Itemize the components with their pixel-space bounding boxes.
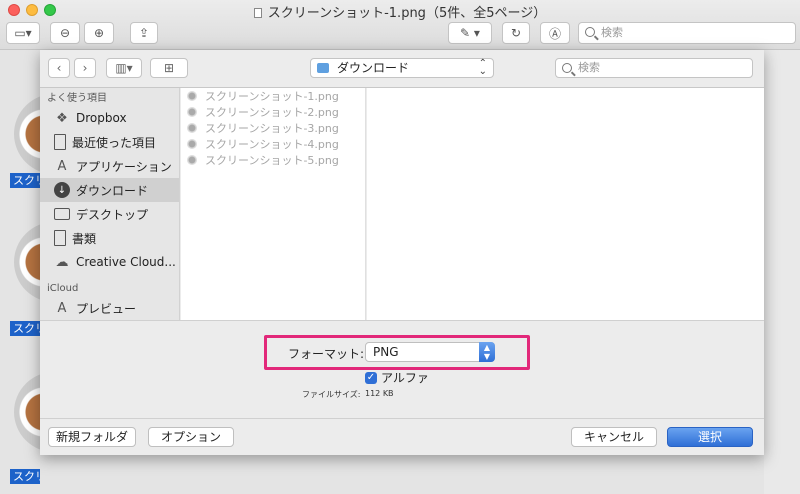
sidebar-item-downloads[interactable]: ↓ ダウンロード — [40, 178, 179, 202]
markup-pen-button[interactable]: ✎ ▾ — [448, 22, 492, 44]
applications-icon: A — [57, 158, 67, 174]
dialog-toolbar: ‹ › ▥▾ ⊞ ダウンロード ⌃ ⌄ 検索 — [40, 50, 764, 88]
dropbox-icon: ❖ — [56, 110, 68, 126]
back-button[interactable]: ‹ — [48, 58, 70, 78]
window-toolbar: スクリーンショット-1.png（5件、全5ページ） ▭▾ ⊖ ⊕ ⇪ ✎ ▾ ↻… — [0, 0, 800, 50]
image-file-icon — [187, 139, 197, 149]
document-area-bottom — [40, 455, 764, 494]
dialog-sidebar: よく使う項目 ❖ Dropbox 最近使った項目 A アプリケーション ↓ ダウンロー… — [40, 88, 180, 320]
sidebar-item-creative-cloud[interactable]: ☁ Creative Cloud... — [40, 250, 179, 274]
format-select[interactable]: PNG ▲ ▼ — [365, 342, 495, 362]
document-icon — [253, 8, 262, 18]
share-icon: ⇪ — [138, 26, 150, 40]
sidebar-item-recents[interactable]: 最近使った項目 — [40, 130, 179, 154]
forward-button[interactable]: › — [74, 58, 96, 78]
new-folder-toolbar-button[interactable]: ⊞ — [150, 58, 188, 78]
file-item: スクリーンショット-2.png — [181, 104, 365, 120]
filesize-value: 112 KB — [365, 389, 394, 398]
rotate-button[interactable]: ↻ — [502, 22, 530, 44]
sidebar-icon: ▭▾ — [14, 26, 32, 40]
image-file-icon — [187, 123, 197, 133]
file-item: スクリーンショット-4.png — [181, 136, 365, 152]
share-button[interactable]: ⇪ — [130, 22, 158, 44]
new-folder-button[interactable]: 新規フォルダ — [48, 427, 136, 447]
markup-button[interactable]: Ⓐ — [540, 22, 570, 44]
sidebar-item-dropbox[interactable]: ❖ Dropbox — [40, 106, 179, 130]
zoom-out-icon: ⊖ — [59, 26, 71, 40]
file-column: スクリーンショット-1.png スクリーンショット-2.png スクリーンショッ… — [181, 88, 366, 320]
image-file-icon — [187, 107, 197, 117]
sidebar-item-preview[interactable]: A プレビュー — [40, 296, 179, 320]
view-mode-button[interactable]: ▥▾ — [106, 58, 142, 78]
alpha-checkbox[interactable]: ✓ アルファ — [365, 369, 429, 386]
rotate-icon: ↻ — [510, 26, 522, 40]
cancel-button[interactable]: キャンセル — [571, 427, 657, 447]
new-folder-icon: ⊞ — [163, 61, 175, 75]
document-area — [764, 50, 800, 494]
file-item: スクリーンショット-3.png — [181, 120, 365, 136]
updown-chevron-icon: ▲ ▼ — [479, 342, 495, 362]
zoom-out-button[interactable]: ⊖ — [50, 22, 80, 44]
documents-icon — [54, 230, 66, 246]
zoom-in-icon: ⊕ — [93, 26, 105, 40]
checkmark-icon: ✓ — [365, 371, 377, 384]
markup-icon: Ⓐ — [548, 26, 561, 41]
preview-app-icon: A — [57, 300, 67, 316]
format-label: フォーマット: — [288, 347, 365, 361]
image-file-icon — [187, 91, 197, 101]
desktop-icon — [54, 208, 70, 220]
dialog-button-bar: 新規フォルダ オプション キャンセル 選択 — [40, 418, 764, 455]
preview-column — [367, 88, 764, 320]
window-title: スクリーンショット-1.png（5件、全5ページ） — [0, 2, 800, 21]
search-icon — [562, 63, 572, 73]
filesize-label: ファイルサイズ: — [302, 390, 361, 399]
recents-icon — [54, 134, 66, 150]
sidebar-section-header: iCloud — [47, 283, 79, 294]
chevron-left-icon: ‹ — [56, 61, 62, 75]
sidebar-item-documents[interactable]: 書類 — [40, 226, 179, 250]
columns-view-icon: ▥▾ — [115, 61, 133, 75]
window-search-input[interactable]: 検索 — [578, 22, 796, 44]
pen-icon: ✎ ▾ — [460, 26, 480, 40]
location-dropdown[interactable]: ダウンロード ⌃ ⌄ — [310, 58, 494, 78]
image-file-icon — [187, 155, 197, 165]
search-icon — [585, 27, 595, 37]
dialog-search-input[interactable]: 検索 — [555, 58, 753, 78]
choose-button[interactable]: 選択 — [667, 427, 753, 447]
file-item: スクリーンショット-1.png — [181, 88, 365, 104]
file-item: スクリーンショット-5.png — [181, 152, 365, 168]
sidebar-section-header: よく使う項目 — [47, 93, 107, 104]
options-button[interactable]: オプション — [148, 427, 234, 447]
creative-cloud-icon: ☁ — [55, 254, 69, 270]
chevron-right-icon: › — [82, 61, 88, 75]
export-dialog: ‹ › ▥▾ ⊞ ダウンロード ⌃ ⌄ 検索 よく使う項目 ❖ Dropbox 最近… — [40, 50, 764, 455]
sidebar-toggle-button[interactable]: ▭▾ — [6, 22, 40, 44]
folder-icon — [317, 63, 329, 73]
updown-chevron-icon: ⌃ ⌄ — [478, 58, 487, 77]
export-options: フォーマット: PNG ▲ ▼ ✓ アルファ ファイルサイズ: 112 KB — [40, 320, 764, 418]
downloads-icon: ↓ — [54, 182, 70, 198]
zoom-in-button[interactable]: ⊕ — [84, 22, 114, 44]
sidebar-item-applications[interactable]: A アプリケーション — [40, 154, 179, 178]
sidebar-item-desktop[interactable]: デスクトップ — [40, 202, 179, 226]
